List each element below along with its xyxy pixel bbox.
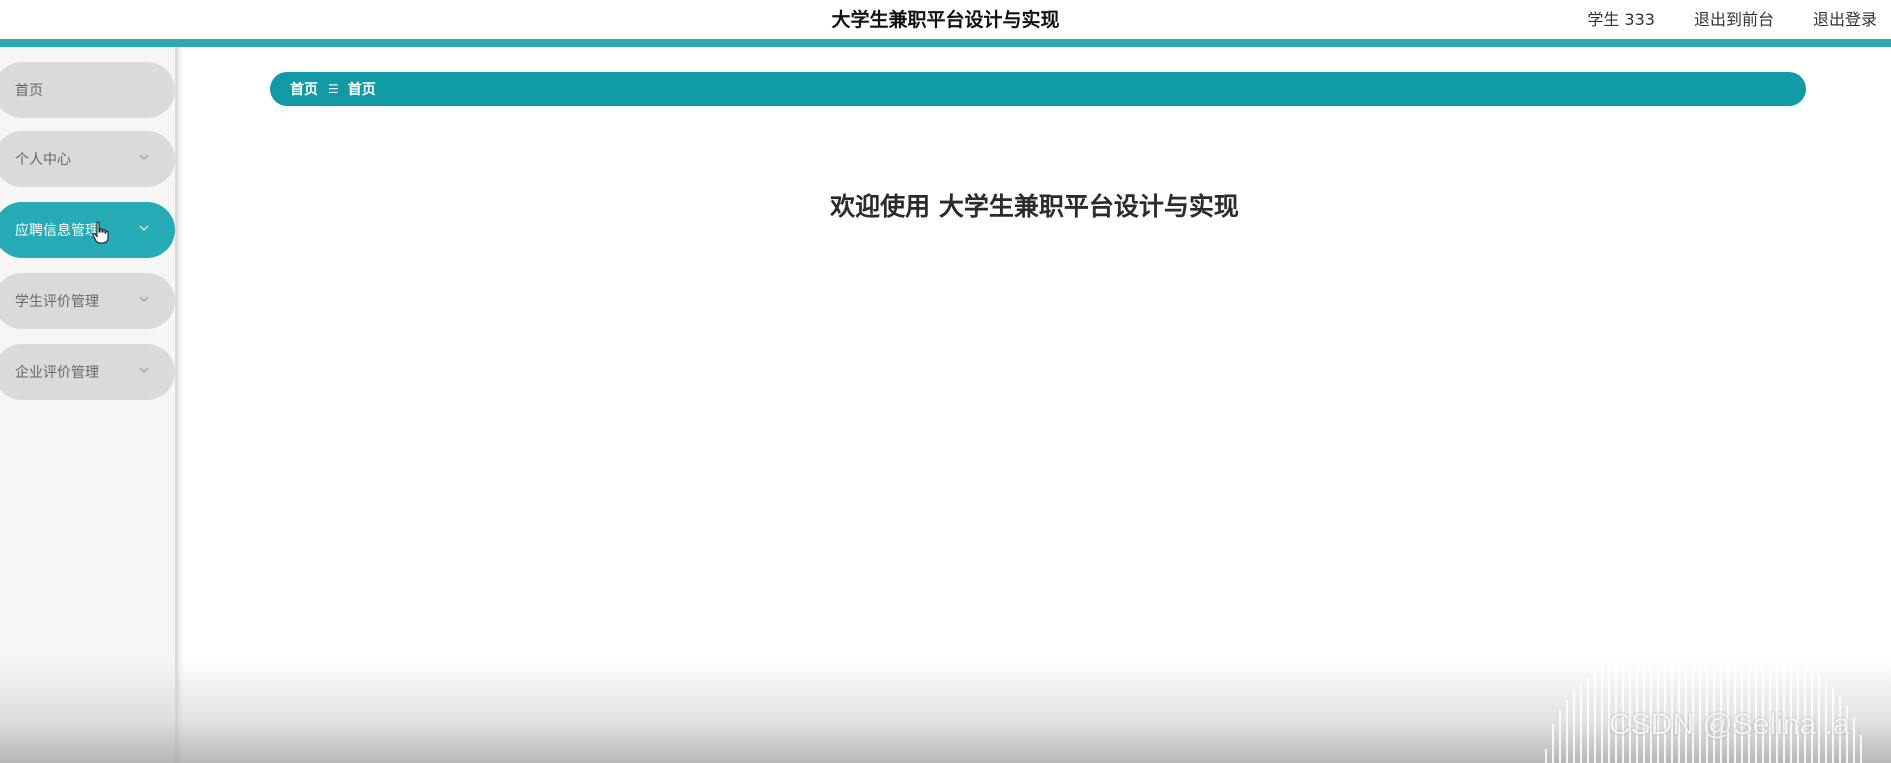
to-frontend-link[interactable]: 退出到前台 [1694,6,1774,30]
hand-cursor-icon [92,221,110,245]
header-links: 学生 333 退出到前台 退出登录 [1587,6,1877,30]
logout-link[interactable]: 退出登录 [1813,6,1877,30]
sidebar-item-label: 首页 [15,83,43,99]
user-label[interactable]: 学生 333 [1587,6,1655,30]
sidebar-item-label: 学生评价管理 [15,294,99,310]
chevron-down-icon [137,150,151,164]
chevron-down-icon [137,292,151,306]
sidebar-shadow [178,47,184,763]
breadcrumb-item-current: 首页 [347,82,376,98]
sidebar-item-student-review[interactable]: 学生评价管理 [0,273,175,329]
sidebar-item-personal-center[interactable]: 个人中心 [0,131,175,187]
breadcrumb: 首页 ☰ 首页 [270,72,1806,106]
watermark-text: CSDN @Selina .a [1609,708,1850,741]
top-header: 大学生兼职平台设计与实现 学生 333 退出到前台 退出登录 [0,0,1891,39]
sidebar-item-company-review[interactable]: 企业评价管理 [0,344,175,400]
sidebar-item-label: 个人中心 [15,152,71,168]
sidebar-item-label: 企业评价管理 [15,365,99,381]
welcome-prefix: 欢迎使用 [830,192,931,221]
chevron-down-icon [137,221,151,235]
sidebar-item-label: 应聘信息管理 [15,223,99,239]
sidebar-item-application-management[interactable]: 应聘信息管理 [0,202,175,258]
breadcrumb-item-home[interactable]: 首页 [290,79,318,99]
welcome-title: 大学生兼职平台设计与实现 [938,192,1239,221]
header-accent-bar [0,39,1891,47]
menu-lines-icon: ☰ [328,82,339,96]
sidebar: 首页 个人中心 应聘信息管理 学生评价管理 企业评价管理 [0,47,178,763]
striped-decoration [1545,638,1862,763]
chevron-down-icon [137,363,151,377]
welcome-heading: 欢迎使用 大学生兼职平台设计与实现 [178,187,1891,223]
sidebar-item-home[interactable]: 首页 [0,62,175,118]
